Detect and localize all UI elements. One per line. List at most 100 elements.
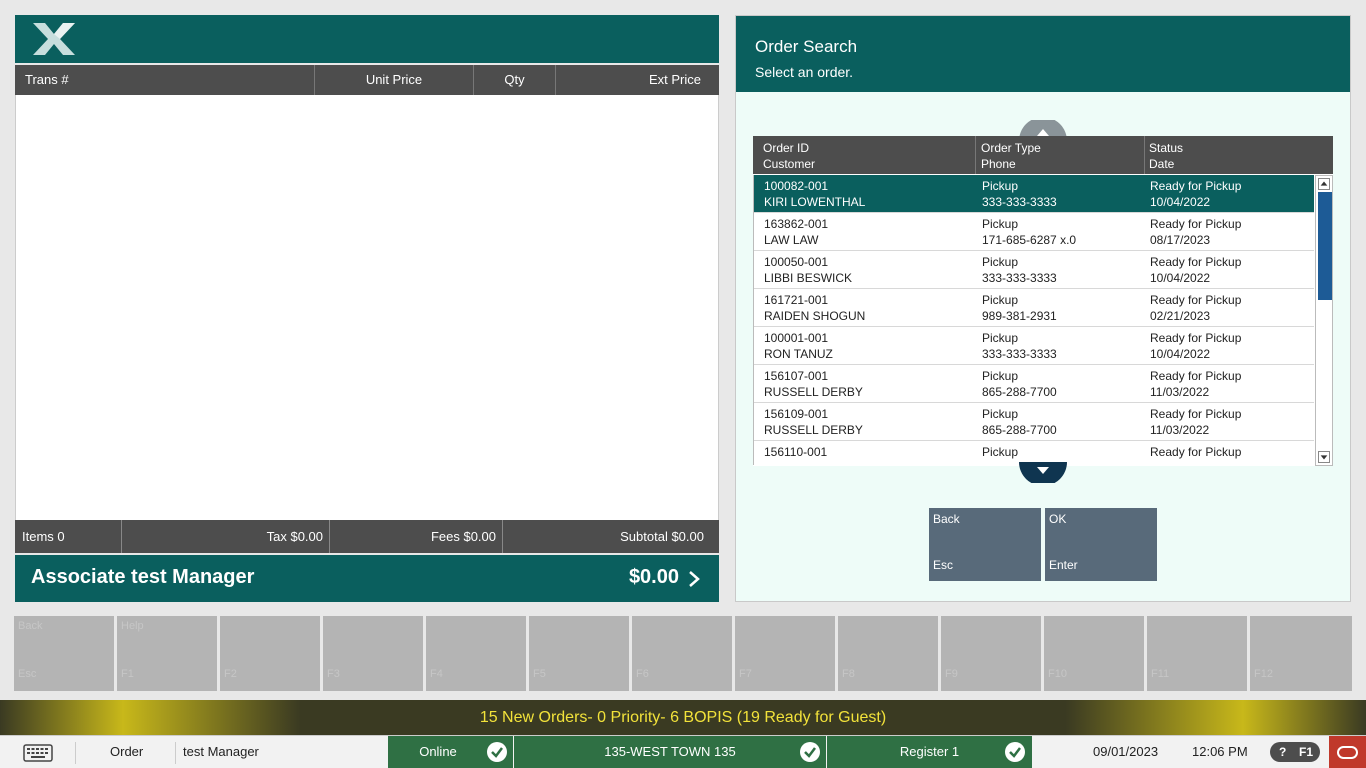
- date: 02/21/2023: [1150, 309, 1211, 323]
- order-row[interactable]: 100082-001 KIRI LOWENTHAL Pickup 333-333-3…: [754, 175, 1314, 213]
- header-status: Status Date: [1145, 136, 1333, 174]
- phone: 865-288-7700: [982, 423, 1057, 437]
- order-type: Pickup: [982, 217, 1019, 231]
- scroll-down-icon[interactable]: [1018, 461, 1068, 483]
- scroll-arrow-down-icon[interactable]: [1318, 451, 1330, 463]
- fkey-esc[interactable]: Back Esc: [14, 616, 114, 691]
- order-row[interactable]: 156109-001 RUSSELL DERBY Pickup 865-288-77…: [754, 403, 1314, 441]
- online-status: Online: [388, 736, 513, 768]
- vertical-scrollbar[interactable]: [1315, 175, 1333, 466]
- fkey-f5[interactable]: F5: [529, 616, 629, 691]
- ok-button-key: Enter: [1049, 558, 1078, 572]
- help-button[interactable]: ? F1: [1270, 742, 1320, 762]
- fkey-f2[interactable]: F2: [220, 616, 320, 691]
- order-type: Pickup: [982, 445, 1019, 459]
- transaction-item-list[interactable]: [15, 95, 719, 520]
- col-ext-price: Ext Price: [648, 72, 701, 87]
- fkey-f6[interactable]: F6: [632, 616, 732, 691]
- order-row[interactable]: 100001-001 RON TANUZ Pickup 333-333-3333 R…: [754, 327, 1314, 365]
- order-search-panel: Order Search Select an order. Order ID C…: [735, 15, 1351, 602]
- fkey-f9[interactable]: F9: [941, 616, 1041, 691]
- fkey-f12[interactable]: F12: [1250, 616, 1352, 691]
- status: Ready for Pickup: [1150, 331, 1242, 345]
- header-order-id-label: Order ID: [763, 141, 810, 155]
- cell-type-phone: Pickup 865-288-7700: [977, 403, 1146, 440]
- fkey-f10[interactable]: F10: [1044, 616, 1144, 691]
- date: 08/17/2023: [1150, 233, 1211, 247]
- cell-type-phone: Pickup 333-333-3333: [977, 327, 1146, 364]
- cell-id-customer: 161721-001 RAIDEN SHOGUN: [754, 289, 977, 326]
- date: 10/04/2022: [1150, 271, 1211, 285]
- cell-type-phone: Pickup 171-685-6287 x.0: [977, 213, 1146, 250]
- status: Ready for Pickup: [1150, 255, 1242, 269]
- fkey-key: F2: [224, 668, 237, 680]
- scroll-arrow-up-icon[interactable]: [1318, 178, 1330, 190]
- cell-status-date: Ready for Pickup 10/04/2022: [1146, 175, 1314, 212]
- transaction-header: [15, 15, 719, 63]
- fkey-f8[interactable]: F8: [838, 616, 938, 691]
- customer-name: KIRI LOWENTHAL: [764, 195, 866, 209]
- status: Ready for Pickup: [1150, 179, 1242, 193]
- cell-type-phone: Pickup 865-288-7700: [977, 365, 1146, 402]
- transaction-totals: Items 0 Tax $0.00 Fees $0.00 Subtotal $0…: [15, 520, 719, 553]
- phone: 865-288-7700: [982, 385, 1057, 399]
- order-id: 100050-001: [764, 255, 829, 269]
- customer-name: LAW LAW: [764, 233, 819, 247]
- scrollbar-thumb[interactable]: [1318, 192, 1332, 300]
- back-button[interactable]: Back Esc: [929, 508, 1041, 581]
- fkey-key: F1: [121, 668, 134, 680]
- ok-button[interactable]: OK Enter: [1045, 508, 1157, 581]
- subtotal: Subtotal $0.00: [620, 529, 704, 544]
- check-circle-icon: [487, 742, 507, 762]
- associate-name: Associate test Manager: [31, 566, 255, 588]
- cell-id-customer: 156107-001 RUSSELL DERBY: [754, 365, 977, 402]
- order-type: Pickup: [982, 369, 1019, 383]
- fkey-f7[interactable]: F7: [735, 616, 835, 691]
- help-key: F1: [1299, 745, 1314, 759]
- fkey-f3[interactable]: F3: [323, 616, 423, 691]
- order-row[interactable]: 163862-001 LAW LAW Pickup 171-685-6287 x.0…: [754, 213, 1314, 251]
- transaction-column-header: Trans # Unit Price Qty Ext Price: [15, 65, 719, 95]
- back-button-key: Esc: [933, 558, 954, 572]
- fkey-f4[interactable]: F4: [426, 616, 526, 691]
- cell-type-phone: Pickup 333-333-3333: [977, 175, 1146, 212]
- fkey-f1[interactable]: Help F1: [117, 616, 217, 691]
- help-question-icon: ?: [1279, 745, 1287, 759]
- items-count: Items 0: [15, 520, 122, 553]
- order-row[interactable]: 161721-001 RAIDEN SHOGUN Pickup 989-381-29…: [754, 289, 1314, 327]
- cell-status-date: Ready for Pickup 08/17/2023: [1146, 213, 1314, 250]
- store-label: 135-WEST TOWN 135: [604, 744, 736, 759]
- fkey-key: F6: [636, 668, 649, 680]
- phone: 333-333-3333: [982, 195, 1057, 209]
- current-date: 09/01/2023: [1093, 744, 1159, 759]
- header-date-label: Date: [1149, 157, 1175, 171]
- fkey-key: F7: [739, 668, 752, 680]
- fkey-key: F4: [430, 668, 443, 680]
- register-status: Register 1: [827, 736, 1032, 768]
- order-row[interactable]: 156107-001 RUSSELL DERBY Pickup 865-288-77…: [754, 365, 1314, 403]
- phone: 989-381-2931: [982, 309, 1057, 323]
- divider: [175, 742, 176, 764]
- status-bar: Order test Manager Online 135-WEST TOWN …: [0, 735, 1366, 768]
- order-notification-banner[interactable]: 15 New Orders- 0 Priority- 6 BOPIS (19 R…: [0, 700, 1366, 735]
- order-id: 156110-001: [764, 445, 828, 459]
- phone: 333-333-3333: [982, 347, 1057, 361]
- header-status-label: Status: [1149, 141, 1184, 155]
- order-id: 161721-001: [764, 293, 829, 307]
- associate-total-bar[interactable]: Associate test Manager $0.00: [15, 555, 719, 602]
- order-row[interactable]: 100050-001 LIBBI BESWICK Pickup 333-333-33…: [754, 251, 1314, 289]
- customer-name: LIBBI BESWICK: [764, 271, 853, 285]
- header-phone-label: Phone: [981, 157, 1016, 171]
- status: Ready for Pickup: [1150, 445, 1242, 459]
- keyboard-icon[interactable]: [23, 743, 53, 763]
- fkey-key: F5: [533, 668, 546, 680]
- oracle-menu-button[interactable]: [1329, 736, 1366, 768]
- order-type: Pickup: [982, 179, 1019, 193]
- fkey-f11[interactable]: F11: [1147, 616, 1247, 691]
- cell-id-customer: 163862-001 LAW LAW: [754, 213, 977, 250]
- date: 10/04/2022: [1150, 347, 1211, 361]
- header-order-type: Order Type Phone: [976, 136, 1145, 174]
- order-type: Pickup: [982, 255, 1019, 269]
- col-unit-price: Unit Price: [315, 65, 474, 95]
- date: 11/03/2022: [1150, 423, 1210, 437]
